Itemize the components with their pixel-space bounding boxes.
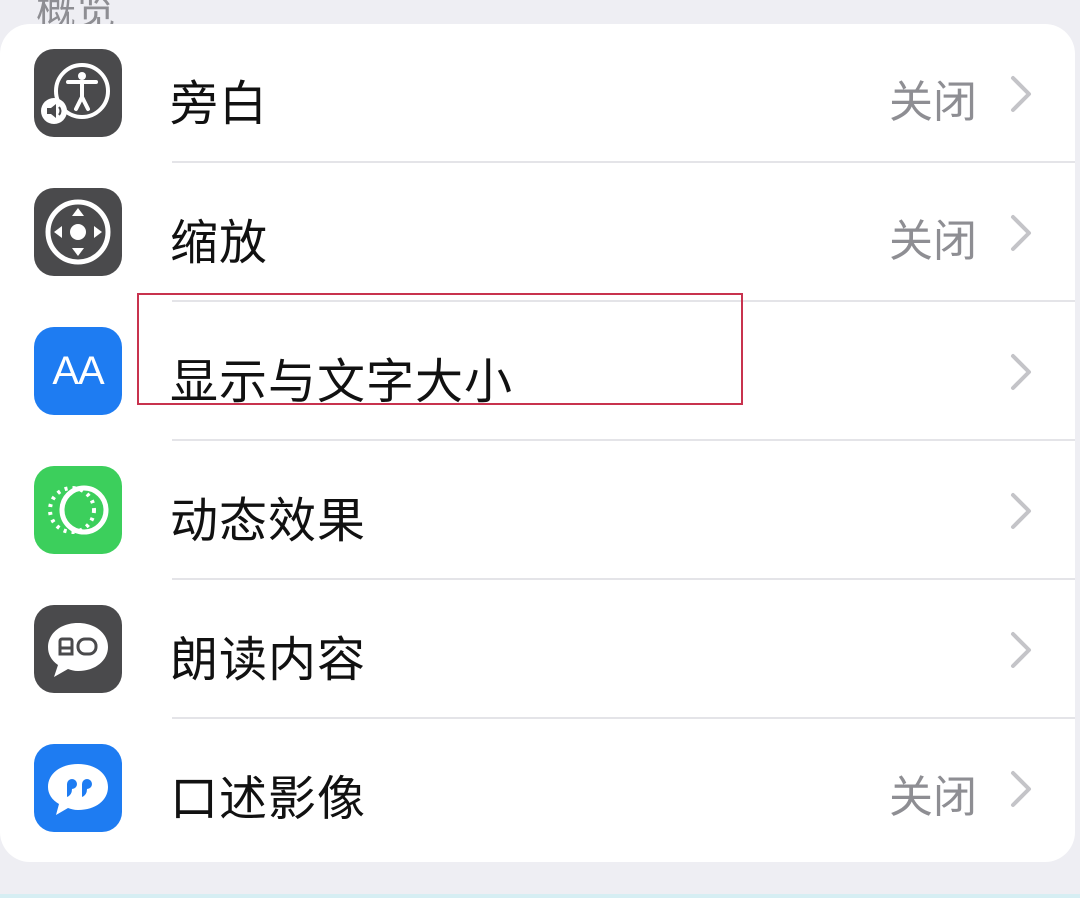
spoken-content-icon — [34, 605, 122, 693]
chevron-right-icon — [1011, 771, 1031, 807]
chevron-right-icon — [1011, 493, 1031, 529]
row-label: 口述影像 — [170, 771, 367, 827]
row-zoom[interactable]: 缩放 关闭 — [0, 163, 1075, 302]
highlight-box — [137, 293, 743, 405]
motion-icon — [34, 466, 122, 554]
row-voiceover[interactable]: 旁白 关闭 — [0, 24, 1075, 163]
accessibility-settings-group: 旁白 关闭 缩放 关闭 AA 显示与文字大小 动态效果 朗读内容 口述影像 关闭 — [0, 24, 1075, 862]
bottom-strip — [0, 894, 1080, 898]
row-audio-descriptions[interactable]: 口述影像 关闭 — [0, 719, 1075, 858]
row-value: 关闭 — [889, 77, 977, 128]
text-size-icon: AA — [34, 327, 122, 415]
chevron-right-icon — [1011, 76, 1031, 112]
row-value: 关闭 — [889, 216, 977, 267]
row-spoken-content[interactable]: 朗读内容 — [0, 580, 1075, 719]
row-label: 动态效果 — [170, 493, 367, 549]
row-label: 缩放 — [170, 215, 269, 271]
chevron-right-icon — [1011, 215, 1031, 251]
zoom-icon — [34, 188, 122, 276]
row-label: 旁白 — [170, 76, 269, 132]
row-value: 关闭 — [889, 772, 977, 823]
text-size-icon-glyph: AA — [52, 348, 104, 393]
row-motion[interactable]: 动态效果 — [0, 441, 1075, 580]
audio-descriptions-icon — [34, 744, 122, 832]
chevron-right-icon — [1011, 354, 1031, 390]
voiceover-icon — [34, 49, 122, 137]
chevron-right-icon — [1011, 632, 1031, 668]
row-label: 朗读内容 — [170, 632, 367, 688]
